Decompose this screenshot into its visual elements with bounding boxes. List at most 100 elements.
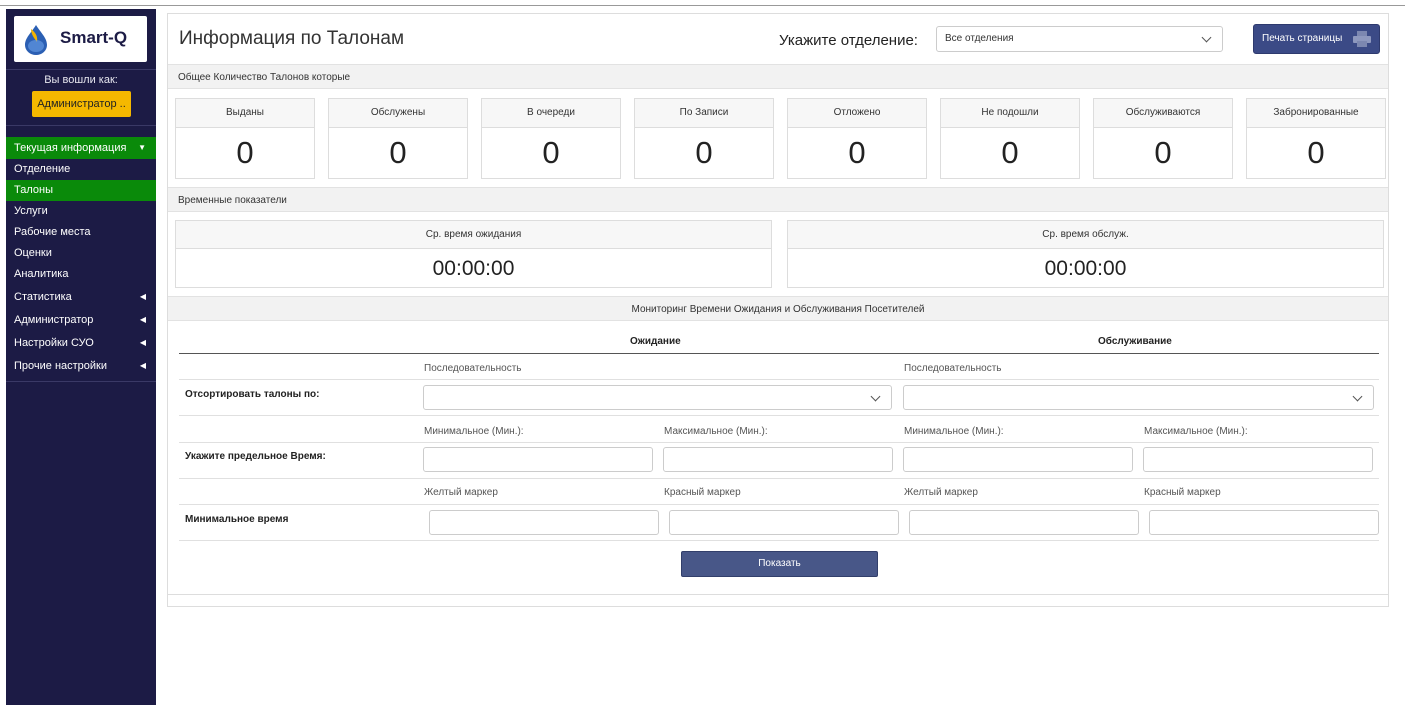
- service-sequence-label: Последовательность: [904, 363, 1002, 374]
- wait-sequence-label: Последовательность: [424, 363, 522, 374]
- department-select[interactable]: Все отделения: [936, 26, 1223, 52]
- divider: [179, 353, 1379, 354]
- stat-label: Обслужены: [329, 99, 467, 128]
- logged-in-label: Вы вошли как:: [44, 74, 118, 86]
- stat-value: 0: [848, 135, 866, 170]
- submenu-analytics[interactable]: Аналитика: [6, 264, 156, 285]
- stat-served: Обслужены 0: [328, 98, 468, 179]
- divider: [179, 504, 1379, 505]
- wait-yellow-label: Желтый маркер: [424, 487, 498, 498]
- wait-column-head: Ожидание: [630, 336, 681, 347]
- stat-postponed: Отложено 0: [787, 98, 927, 179]
- chevron-down-icon: [1352, 391, 1363, 402]
- menu-settings-suo[interactable]: Настройки СУО ◀: [6, 332, 156, 354]
- wait-max-label: Максимальное (Мин.):: [664, 426, 768, 437]
- menu-label: Прочие настройки: [14, 360, 108, 372]
- totals-section-header: Общее Количество Талонов которые: [168, 64, 1388, 89]
- wait-min-input[interactable]: [423, 447, 653, 472]
- divider: [179, 415, 1379, 416]
- service-yellow-input[interactable]: [909, 510, 1139, 535]
- submenu-workplaces[interactable]: Рабочие места: [6, 222, 156, 243]
- stat-label: Забронированные: [1247, 99, 1385, 128]
- caret-left-icon: ◀: [139, 361, 146, 370]
- service-red-label: Красный маркер: [1144, 487, 1221, 498]
- submenu-ratings[interactable]: Оценки: [6, 243, 156, 264]
- divider: [179, 379, 1379, 380]
- stat-value: 0: [542, 135, 560, 170]
- submenu-tickets[interactable]: Талоны: [6, 180, 156, 201]
- stat-label: Обслуживаются: [1094, 99, 1232, 128]
- top-border: [0, 5, 1405, 6]
- divider: [6, 125, 156, 126]
- monitoring-section-header: Мониторинг Времени Ожидания и Обслуживан…: [168, 296, 1388, 321]
- wait-sort-select[interactable]: [423, 385, 892, 410]
- service-red-input[interactable]: [1149, 510, 1379, 535]
- logo-drop-icon: [25, 25, 47, 55]
- stat-label: В очереди: [482, 99, 620, 128]
- service-min-input[interactable]: [903, 447, 1133, 472]
- divider: [179, 442, 1379, 443]
- service-sort-select[interactable]: [903, 385, 1374, 410]
- wait-yellow-input[interactable]: [429, 510, 659, 535]
- time-section-header: Временные показатели: [168, 187, 1388, 212]
- chevron-down-icon: [1201, 32, 1212, 43]
- stat-label: Не подошли: [941, 99, 1079, 128]
- menu-other-settings[interactable]: Прочие настройки ◀: [6, 355, 156, 377]
- menu-current-info[interactable]: Текущая информация ▼: [6, 137, 156, 159]
- stat-value: 0: [1307, 135, 1325, 170]
- stat-no-show: Не подошли 0: [940, 98, 1080, 179]
- page-title: Информация по Талонам: [179, 28, 405, 49]
- menu-administrator[interactable]: Администратор ◀: [6, 309, 156, 331]
- show-button[interactable]: Показать: [681, 551, 878, 577]
- stat-value: 0: [695, 135, 713, 170]
- chevron-down-icon: [870, 391, 881, 402]
- service-max-label: Максимальное (Мин.):: [1144, 426, 1248, 437]
- stat-label: По Записи: [635, 99, 773, 128]
- wait-red-input[interactable]: [669, 510, 899, 535]
- avg-service-time: Ср. время обслуж. 00:00:00: [787, 220, 1384, 288]
- stat-in-queue: В очереди 0: [481, 98, 621, 179]
- menu-label: Статистика: [14, 291, 72, 303]
- service-column-head: Обслуживание: [1098, 336, 1172, 347]
- divider: [168, 594, 1388, 595]
- print-label: Печать страницы: [1262, 33, 1343, 44]
- stat-value: 0: [389, 135, 407, 170]
- printer-icon: [1353, 31, 1371, 47]
- menu-statistics[interactable]: Статистика ◀: [6, 286, 156, 308]
- wait-max-input[interactable]: [663, 447, 893, 472]
- main-panel: Информация по Талонам Укажите отделение:…: [167, 13, 1389, 607]
- wait-min-label: Минимальное (Мин.):: [424, 426, 524, 437]
- limit-time-label: Укажите предельное Время:: [185, 451, 326, 462]
- stat-value: 0: [1001, 135, 1019, 170]
- caret-down-icon: ▼: [138, 143, 146, 152]
- logo-text: Smart-Q: [60, 28, 128, 47]
- divider: [179, 478, 1379, 479]
- avg-service-value: 00:00:00: [1044, 257, 1127, 280]
- submenu-services[interactable]: Услуги: [6, 201, 156, 222]
- print-button[interactable]: Печать страницы: [1253, 24, 1380, 54]
- stat-label: Отложено: [788, 99, 926, 128]
- sidebar: Smart-Q Вы вошли как: Администратор .. Т…: [6, 9, 156, 705]
- caret-left-icon: ◀: [139, 292, 146, 301]
- caret-left-icon: ◀: [139, 338, 146, 347]
- stat-label: Выданы: [176, 99, 314, 128]
- stat-value: 0: [1154, 135, 1172, 170]
- divider: [6, 69, 156, 70]
- wait-red-label: Красный маркер: [664, 487, 741, 498]
- divider: [6, 381, 156, 382]
- service-min-label: Минимальное (Мин.):: [904, 426, 1004, 437]
- menu-label: Администратор: [14, 314, 94, 326]
- avg-service-label: Ср. время обслуж.: [788, 221, 1383, 249]
- department-label: Укажите отделение:: [779, 32, 918, 49]
- department-value: Все отделения: [945, 33, 1014, 44]
- role-button[interactable]: Администратор ..: [32, 91, 131, 117]
- service-max-input[interactable]: [1143, 447, 1373, 472]
- logo[interactable]: Smart-Q: [14, 16, 147, 62]
- submenu-department[interactable]: Отделение: [6, 159, 156, 180]
- service-yellow-label: Желтый маркер: [904, 487, 978, 498]
- stat-by-appointment: По Записи 0: [634, 98, 774, 179]
- stat-value: 0: [236, 135, 254, 170]
- avg-wait-value: 00:00:00: [432, 257, 515, 280]
- stat-reserved: Забронированные 0: [1246, 98, 1386, 179]
- min-time-label: Минимальное время: [185, 514, 289, 525]
